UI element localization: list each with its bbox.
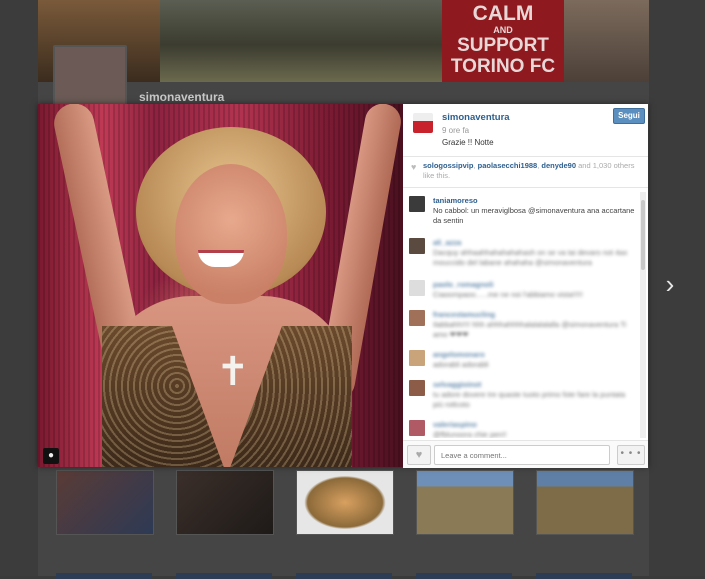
likes-and: and bbox=[578, 161, 591, 170]
user-tag-icon[interactable]: ● bbox=[43, 448, 59, 464]
banner-line-3: SUPPORT bbox=[457, 35, 549, 56]
follow-button[interactable]: Segui bbox=[613, 108, 645, 124]
post-author-avatar[interactable] bbox=[413, 113, 433, 133]
banner-line-1: CALM bbox=[472, 2, 534, 25]
comment-text: @fblunoora chie pen!! bbox=[433, 430, 507, 438]
liker-link-2[interactable]: paolasecchi1988 bbox=[478, 161, 538, 170]
comment-username[interactable]: selvaggioinot bbox=[433, 380, 481, 389]
likes-count[interactable]: 1,030 bbox=[593, 161, 612, 170]
grid-photo-9[interactable] bbox=[416, 573, 512, 579]
comment-text: Ciaoompaoo......me ne noi l'abbiamo vist… bbox=[433, 290, 583, 299]
banner-line-2: AND bbox=[493, 25, 513, 35]
comment-username[interactable]: francestamucling bbox=[433, 310, 495, 319]
header-photo-team bbox=[160, 0, 442, 82]
post-sidebar: simonaventura 9 ore fa Grazie !! Notte S… bbox=[403, 104, 648, 468]
post-caption: Grazie !! Notte bbox=[442, 138, 494, 147]
photo-modal: ✝ ● simonaventura 9 ore fa Grazie !! Not… bbox=[38, 104, 648, 468]
header-banner-calm: CALM AND SUPPORT TORINO FC bbox=[442, 0, 564, 82]
comment-username[interactable]: paolo_romagnoli bbox=[433, 280, 493, 289]
likes-summary: ♥ sologossipvip, paolasecchi1988, denyde… bbox=[403, 157, 648, 188]
grid-photo-1[interactable] bbox=[56, 470, 154, 535]
comment-avatar[interactable] bbox=[409, 350, 425, 366]
chevron-right-icon[interactable]: › bbox=[660, 271, 680, 297]
grid-photo-7[interactable] bbox=[176, 573, 272, 579]
comment-avatar[interactable] bbox=[409, 238, 425, 254]
profile-avatar[interactable] bbox=[53, 45, 127, 107]
heart-icon: ♥ bbox=[415, 449, 423, 461]
comment-text: tu adore dovere tre quaste tuoto primo f… bbox=[433, 390, 626, 409]
like-button[interactable]: ♥ bbox=[407, 445, 431, 465]
grid-photo-10[interactable] bbox=[536, 573, 632, 579]
post-timestamp: 9 ore fa bbox=[442, 126, 470, 135]
comment-avatar[interactable] bbox=[409, 196, 425, 212]
grid-photo-5[interactable] bbox=[536, 470, 634, 535]
comment-text: Ilabbahh!!!! hhh ahhhahhhhalalalalalla @… bbox=[433, 320, 627, 339]
comments-scrollbar[interactable] bbox=[640, 192, 646, 438]
post-header: simonaventura 9 ore fa Grazie !! Notte S… bbox=[403, 104, 648, 157]
comment-username[interactable]: ali_azza bbox=[433, 238, 461, 247]
comment-username[interactable]: angelomonaro bbox=[433, 350, 485, 359]
comment-avatar[interactable] bbox=[409, 280, 425, 296]
comment-input[interactable] bbox=[434, 445, 610, 465]
scrollbar-thumb[interactable] bbox=[641, 200, 645, 270]
comment-username[interactable]: valeriaspino bbox=[433, 420, 477, 429]
banner-line-4: TORINO FC bbox=[450, 56, 556, 77]
post-photo: ✝ ● bbox=[38, 104, 403, 467]
liker-link-3[interactable]: denyde90 bbox=[541, 161, 576, 170]
grid-photo-6[interactable] bbox=[56, 573, 152, 579]
likes-text: sologossipvip, paolasecchi1988, denyde90… bbox=[423, 161, 635, 180]
comment-avatar[interactable] bbox=[409, 310, 425, 326]
comment-username[interactable]: taniamoreso bbox=[433, 196, 478, 205]
header-photo-selfie bbox=[564, 0, 649, 82]
more-options-button[interactable]: • • • bbox=[617, 445, 645, 465]
photo-cross-pendant: ✝ bbox=[216, 350, 250, 394]
comment-text: No cabbol: un meraviglbosa @simonaventur… bbox=[433, 206, 635, 225]
comment-avatar[interactable] bbox=[409, 380, 425, 396]
comments-list: taniamoreso No cabbol: un meraviglbosa @… bbox=[403, 192, 639, 438]
comment-text: Dacquy ahhaahhahahahahash on se va tai d… bbox=[433, 248, 628, 267]
grid-photo-8[interactable] bbox=[296, 573, 392, 579]
grid-photo-4[interactable] bbox=[416, 470, 514, 535]
photo-face bbox=[175, 164, 287, 304]
profile-username[interactable]: simonaventura bbox=[139, 90, 224, 104]
profile-header-collage: CALM AND SUPPORT TORINO FC bbox=[38, 0, 649, 82]
comment-avatar[interactable] bbox=[409, 420, 425, 436]
post-actions: ♥ • • • bbox=[403, 440, 648, 468]
grid-photo-3[interactable] bbox=[296, 470, 394, 535]
heart-icon: ♥ bbox=[411, 162, 417, 172]
liker-link-1[interactable]: sologossipvip bbox=[423, 161, 473, 170]
comment-text: adorabli adorabli bbox=[433, 360, 489, 369]
grid-photo-2[interactable] bbox=[176, 470, 274, 535]
post-author-username[interactable]: simonaventura bbox=[442, 112, 510, 123]
